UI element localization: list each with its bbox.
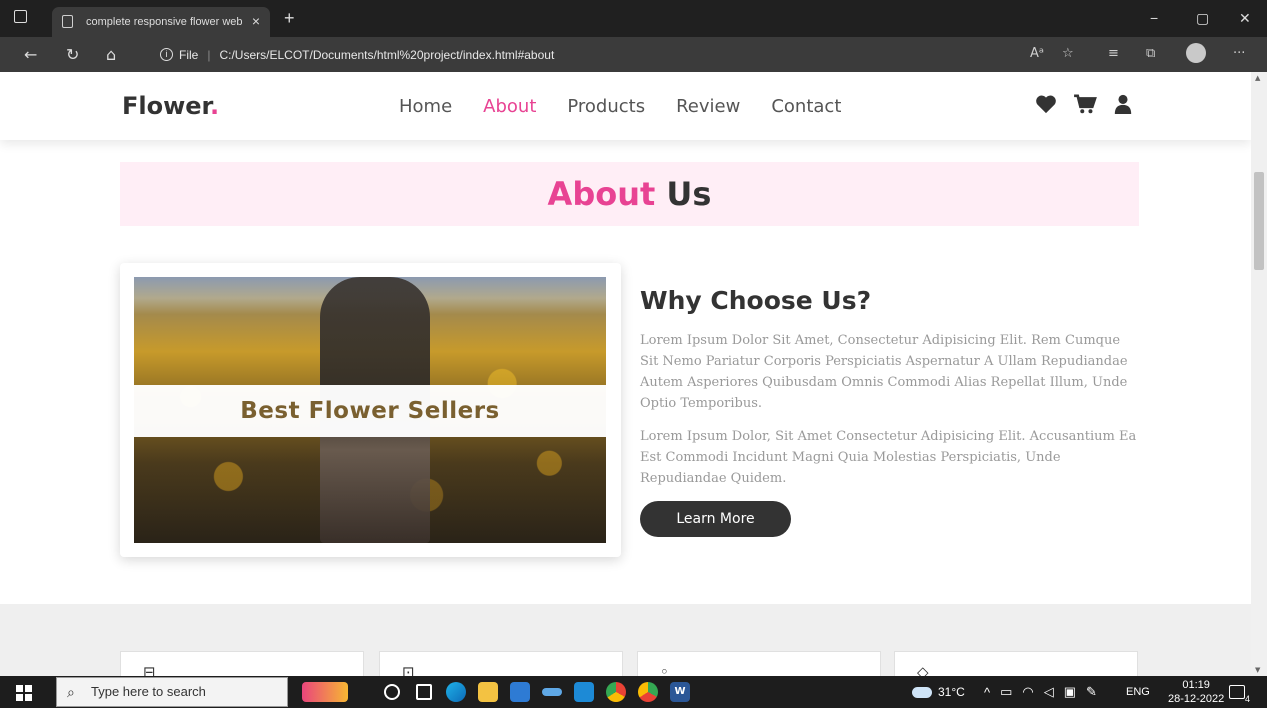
notification-count: 4: [1244, 694, 1250, 704]
favorites-icon[interactable]: ≡: [1108, 46, 1119, 61]
cloud-icon: [912, 686, 932, 698]
tab-close-icon[interactable]: ×: [252, 13, 260, 29]
about-image-card: Best Flower Sellers: [120, 263, 621, 557]
close-window-button[interactable]: ✕: [1239, 10, 1251, 27]
web-page: Flower. Home About Products Review Conta…: [0, 72, 1251, 676]
system-tray-icons[interactable]: ^ ▭ ◠ ◁ ▣ ✎: [984, 676, 1097, 708]
task-view-icon[interactable]: [416, 684, 432, 700]
new-tab-button[interactable]: +: [284, 8, 295, 29]
home-icon[interactable]: ⌂: [106, 45, 116, 64]
url-text: C:/Users/ELCOT/Documents/html%20project/…: [219, 47, 555, 62]
profile-avatar[interactable]: [1186, 43, 1206, 63]
cart-icon[interactable]: [1073, 94, 1097, 114]
address-separator: |: [207, 47, 211, 62]
tab-actions-icon[interactable]: [14, 10, 27, 23]
notifications-button[interactable]: 4: [1229, 676, 1250, 708]
feature-card: ⊡: [379, 651, 623, 676]
tab-title: complete responsive flower web: [86, 16, 243, 28]
heading-highlight: About: [547, 175, 656, 213]
user-icon[interactable]: [1113, 94, 1133, 114]
refund-icon: ⊡: [402, 663, 415, 676]
browser-toolbar: ← ↻ ⌂ i File | C:/Users/ELCOT/Documents/…: [0, 37, 1267, 72]
refresh-icon[interactable]: ↻: [66, 45, 79, 64]
features-section: ⊟ ⊡ ◦ ◇: [0, 604, 1251, 676]
taskbar-search[interactable]: ⌕ Type here to search: [56, 677, 288, 707]
browser-tab-strip: complete responsive flower web × + − ▢ ✕: [0, 0, 1267, 37]
feature-card: ◇: [894, 651, 1138, 676]
page-scrollbar[interactable]: ▲ ▼: [1251, 72, 1267, 676]
notification-icon: 4: [1229, 685, 1250, 704]
search-placeholder: Type here to search: [91, 684, 206, 699]
back-icon[interactable]: ←: [24, 45, 37, 64]
browser-tab[interactable]: complete responsive flower web ×: [52, 7, 270, 37]
logo-text: Flower: [122, 92, 210, 120]
site-header: Flower. Home About Products Review Conta…: [0, 72, 1251, 140]
truck-icon: ⊟: [143, 663, 156, 676]
taskbar-clock[interactable]: 01:19 28-12-2022: [1168, 678, 1224, 706]
main-nav: Home About Products Review Contact: [399, 96, 872, 117]
scroll-down-icon[interactable]: ▼: [1255, 666, 1260, 674]
minimize-button[interactable]: −: [1150, 10, 1158, 26]
site-logo[interactable]: Flower.: [122, 92, 219, 120]
nav-contact[interactable]: Contact: [771, 96, 841, 117]
show-hidden-icons-icon[interactable]: ^: [984, 685, 990, 700]
windows-taskbar: ⌕ Type here to search W 31°C ^ ▭ ◠ ◁ ▣ ✎…: [0, 676, 1267, 708]
scroll-up-icon[interactable]: ▲: [1255, 74, 1260, 82]
cortana-icon[interactable]: [384, 684, 400, 700]
page-icon: [62, 15, 73, 28]
logo-dot: .: [209, 92, 220, 120]
search-icon: ⌕: [67, 684, 75, 700]
maximize-button[interactable]: ▢: [1196, 10, 1209, 27]
feature-card: ◦: [637, 651, 881, 676]
meet-now-icon[interactable]: ▣: [1064, 684, 1076, 700]
chrome-icon[interactable]: [606, 682, 626, 702]
lock-icon: ◇: [917, 663, 929, 676]
word-icon[interactable]: W: [670, 682, 690, 702]
read-aloud-icon[interactable]: Aᵃ: [1030, 46, 1044, 61]
wifi-icon[interactable]: ◠: [1022, 684, 1033, 700]
chrome-canary-icon[interactable]: [638, 682, 658, 702]
edge-icon[interactable]: [446, 682, 466, 702]
about-photo: Best Flower Sellers: [134, 277, 606, 543]
battery-icon[interactable]: ▭: [1000, 684, 1012, 700]
nav-review[interactable]: Review: [676, 96, 740, 117]
clock-time: 01:19: [1182, 679, 1210, 691]
mail-icon[interactable]: [574, 682, 594, 702]
header-icons: [1035, 94, 1149, 114]
favorite-add-icon[interactable]: ☆: [1062, 46, 1074, 61]
address-bar[interactable]: i File | C:/Users/ELCOT/Documents/html%2…: [144, 41, 1267, 68]
about-paragraph-1: Lorem Ipsum Dolor Sit Amet, Consectetur …: [640, 333, 1128, 411]
learn-more-button[interactable]: Learn More: [640, 501, 791, 537]
settings-more-icon[interactable]: ···: [1233, 46, 1245, 61]
about-paragraph-2: Lorem Ipsum Dolor, Sit Amet Consectetur …: [640, 429, 1137, 486]
windows-start-icon[interactable]: [16, 685, 32, 701]
nav-about[interactable]: About: [483, 96, 536, 117]
info-icon[interactable]: i: [160, 48, 173, 61]
language-indicator[interactable]: ENG: [1126, 676, 1150, 708]
about-heading: About Us: [120, 162, 1139, 226]
image-caption: Best Flower Sellers: [134, 385, 606, 437]
news-widget-icon[interactable]: [302, 682, 348, 702]
scrollbar-thumb[interactable]: [1254, 172, 1264, 270]
heading-rest: Us: [666, 175, 712, 213]
protocol-label: File: [179, 47, 199, 62]
weather-temp: 31°C: [938, 685, 965, 699]
weather-widget[interactable]: 31°C: [912, 676, 965, 708]
nav-products[interactable]: Products: [567, 96, 645, 117]
file-explorer-icon[interactable]: [478, 682, 498, 702]
about-title: Why Choose Us?: [640, 286, 872, 315]
nav-home[interactable]: Home: [399, 96, 452, 117]
heart-icon[interactable]: [1035, 94, 1057, 114]
volume-icon[interactable]: ◁: [1044, 684, 1054, 700]
clock-date: 28-12-2022: [1168, 693, 1225, 705]
feature-card: ⊟: [120, 651, 364, 676]
offer-icon: ◦: [660, 663, 669, 676]
collections-icon[interactable]: ⧉: [1146, 46, 1155, 61]
infinity-app-icon[interactable]: [542, 688, 562, 696]
store-icon[interactable]: [510, 682, 530, 702]
pen-icon[interactable]: ✎: [1086, 684, 1097, 700]
